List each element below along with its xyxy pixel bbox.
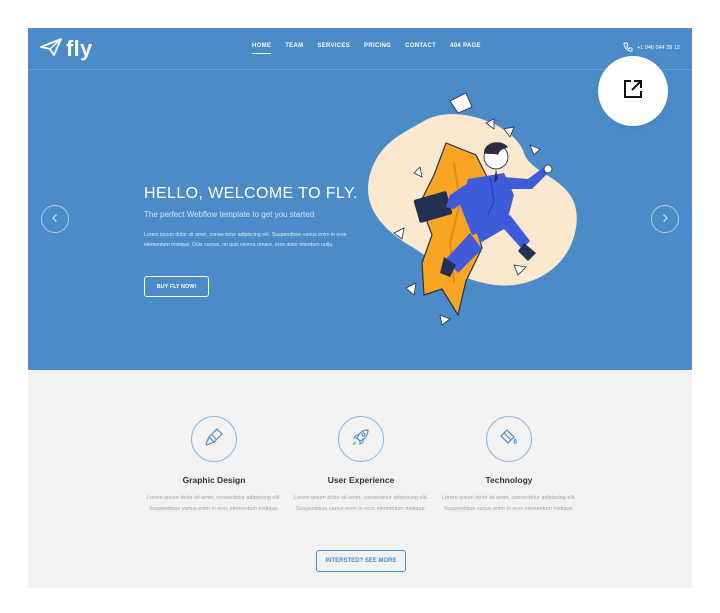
chevron-right-icon: [660, 210, 670, 228]
buy-fly-now-button[interactable]: BUY FLY NOW!: [144, 276, 209, 297]
feature-icon-circle: [338, 416, 384, 462]
nav-item-404-page[interactable]: 404 PAGE: [450, 43, 481, 49]
phone-contact[interactable]: +1 046 044 39 12: [623, 42, 680, 54]
nav-item-services[interactable]: SERVICES: [317, 43, 350, 49]
hero-illustration: [354, 83, 584, 338]
nav-item-pricing[interactable]: PRICING: [364, 43, 391, 49]
paper-plane-icon: [40, 37, 62, 62]
phone-icon: [623, 42, 633, 54]
logo[interactable]: fly: [40, 36, 93, 62]
hero-body-text: Lorem ipsum dolor sit amet, consectetur …: [144, 232, 347, 248]
nav-menu: HOME TEAM SERVICES PRICING CONTACT 404 P…: [252, 43, 495, 54]
feature-title: Graphic Design: [182, 475, 246, 485]
feature-user-experience: User Experience Lorem ipsum dolor sit am…: [291, 416, 431, 515]
feature-description: Lorem ipsum dolor sit amet, consectetur …: [147, 495, 281, 512]
paint-bucket-icon: [499, 427, 519, 452]
hero-title: HELLO, WELCOME TO FLY.: [144, 185, 358, 202]
website-preview: fly HOME TEAM SERVICES PRICING CONTACT 4…: [28, 28, 692, 588]
feature-title: Technology: [485, 475, 533, 485]
rocket-icon: [351, 427, 371, 452]
open-external-button[interactable]: [598, 56, 668, 126]
slider-prev-button[interactable]: [41, 205, 69, 233]
features-section: Graphic Design Lorem ipsum dolor sit ame…: [28, 370, 692, 588]
feature-graphic-design: Graphic Design Lorem ipsum dolor sit ame…: [144, 416, 284, 515]
hero-subtitle: The perfect Webflow template to get you …: [144, 210, 315, 219]
nav-item-team[interactable]: TEAM: [285, 43, 303, 49]
feature-title: User Experience: [327, 475, 395, 485]
logo-text: fly: [66, 36, 93, 61]
navbar-divider: [28, 69, 692, 70]
hero-section: fly HOME TEAM SERVICES PRICING CONTACT 4…: [28, 28, 692, 370]
nav-item-home[interactable]: HOME: [252, 43, 272, 54]
chevron-left-icon: [50, 210, 60, 228]
see-more-button[interactable]: INTERSTED? SEE MORE: [316, 550, 406, 572]
feature-icon-circle: [486, 416, 532, 462]
open-in-new-icon: [622, 78, 644, 105]
nav-item-contact[interactable]: CONTACT: [405, 43, 436, 49]
navbar: fly HOME TEAM SERVICES PRICING CONTACT 4…: [28, 28, 692, 70]
feature-technology: Technology Lorem ipsum dolor sit amet, c…: [439, 416, 579, 515]
feature-description: Lorem ipsum dolor sit amet, consectetur …: [442, 495, 576, 512]
slider-next-button[interactable]: [651, 205, 679, 233]
feature-description: Lorem ipsum dolor sit amet, consectetur …: [294, 495, 428, 512]
phone-number: +1 046 044 39 12: [637, 45, 680, 51]
paintbrush-icon: [204, 427, 224, 452]
feature-icon-circle: [191, 416, 237, 462]
